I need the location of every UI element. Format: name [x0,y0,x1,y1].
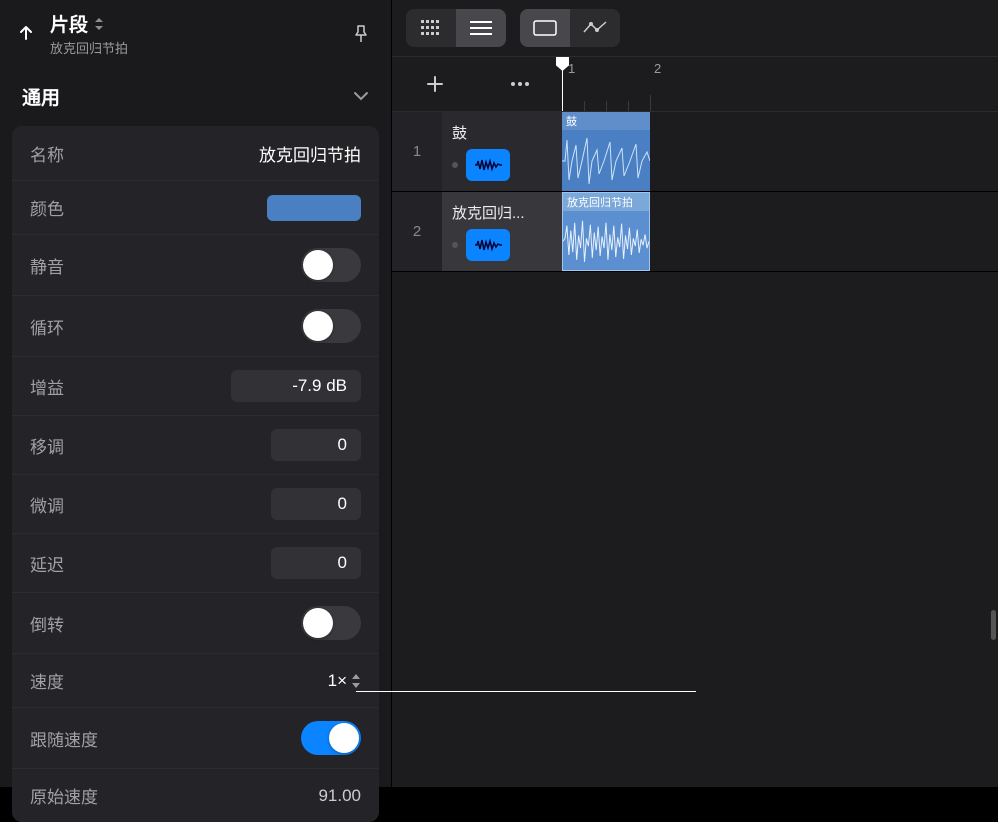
list-view-button[interactable] [456,9,506,47]
reverse-toggle[interactable] [301,606,361,640]
track-row: 1 鼓 鼓 [392,112,998,192]
delay-value[interactable]: 0 [271,547,361,579]
view-mode-group [406,9,506,47]
pin-button[interactable] [347,20,375,48]
mute-label: 静音 [30,253,64,278]
follow-tempo-row: 跟随速度 [12,707,379,768]
properties-list: 名称 放克回归节拍 颜色 静音 循环 增益 -7.9 dB 移调 0 [12,126,379,822]
color-row: 颜色 [12,180,379,234]
track-name: 放克回归... [452,202,552,223]
inspector-title[interactable]: 片段 [50,10,88,37]
more-options-button[interactable] [477,57,562,111]
track-number[interactable]: 2 [392,192,442,271]
name-row: 名称 放克回归节拍 [12,126,379,180]
timeline-ruler[interactable]: 1 2 [562,57,998,111]
delay-row: 延迟 0 [12,533,379,592]
region-view-button[interactable] [520,9,570,47]
ruler-marker-1: 1 [568,61,575,76]
sort-arrows-icon[interactable] [94,18,104,30]
speed-row: 速度 1× [12,653,379,707]
name-label: 名称 [30,141,64,166]
audio-track-icon [466,149,510,181]
delay-label: 延迟 [30,551,64,576]
playhead[interactable] [562,57,563,111]
display-mode-group [520,9,620,47]
clip-label: 鼓 [562,112,650,130]
timeline-header: 1 2 [392,56,998,112]
mute-toggle[interactable] [301,248,361,282]
finetune-label: 微调 [30,492,64,517]
mute-row: 静音 [12,234,379,295]
reverse-label: 倒转 [30,611,64,636]
finetune-row: 微调 0 [12,474,379,533]
audio-track-icon [466,229,510,261]
audio-clip-selected[interactable]: 放克回归节拍 [562,192,650,271]
track-header[interactable]: 放克回归... [442,192,562,271]
track-row: 2 放克回归... 放克回归节拍 [392,192,998,272]
callout-line [356,691,696,692]
tracks-toolbar [392,0,998,56]
automation-view-button[interactable] [570,9,620,47]
scrollbar-thumb[interactable] [991,610,996,640]
follow-tempo-label: 跟随速度 [30,726,98,751]
clip-label: 放克回归节拍 [563,193,649,211]
transpose-value[interactable]: 0 [271,429,361,461]
original-tempo-row: 原始速度 91.00 [12,768,379,822]
section-title: 通用 [22,83,60,110]
color-swatch[interactable] [267,195,361,221]
transpose-row: 移调 0 [12,415,379,474]
ruler-marker-2: 2 [654,61,661,76]
name-value[interactable]: 放克回归节拍 [259,141,361,166]
chevron-down-icon[interactable] [353,88,369,106]
inspector-panel: 片段 放克回归节拍 通用 名称 放克回归节拍 [0,0,392,787]
track-lane[interactable]: 鼓 [562,112,998,191]
finetune-value[interactable]: 0 [271,488,361,520]
speed-label: 速度 [30,668,64,693]
track-list: 1 鼓 鼓 2 [392,112,998,272]
loop-row: 循环 [12,295,379,356]
transpose-label: 移调 [30,433,64,458]
stepper-icon[interactable] [351,674,361,688]
audio-clip[interactable]: 鼓 [562,112,650,191]
reverse-row: 倒转 [12,592,379,653]
speed-value[interactable]: 1× [328,671,361,691]
color-label: 颜色 [30,195,64,220]
inspector-subtitle: 放克回归节拍 [50,38,335,57]
gain-row: 增益 -7.9 dB [12,356,379,415]
gain-value[interactable]: -7.9 dB [231,370,361,402]
track-lane[interactable]: 放克回归节拍 [562,192,998,271]
speed-value-text: 1× [328,671,347,691]
track-indicator-dot [452,162,458,168]
section-header[interactable]: 通用 [0,69,391,126]
follow-tempo-toggle[interactable] [301,721,361,755]
track-number[interactable]: 1 [392,112,442,191]
back-arrow-icon[interactable] [14,22,38,46]
gain-label: 增益 [30,374,64,399]
tracks-area: 1 2 1 鼓 [392,0,998,787]
grid-view-button[interactable] [406,9,456,47]
original-tempo-value: 91.00 [318,786,361,806]
loop-toggle[interactable] [301,309,361,343]
add-track-button[interactable] [392,57,477,111]
track-indicator-dot [452,242,458,248]
track-header[interactable]: 鼓 [442,112,562,191]
track-name: 鼓 [452,122,552,143]
inspector-header: 片段 放克回归节拍 [0,0,391,69]
loop-label: 循环 [30,314,64,339]
